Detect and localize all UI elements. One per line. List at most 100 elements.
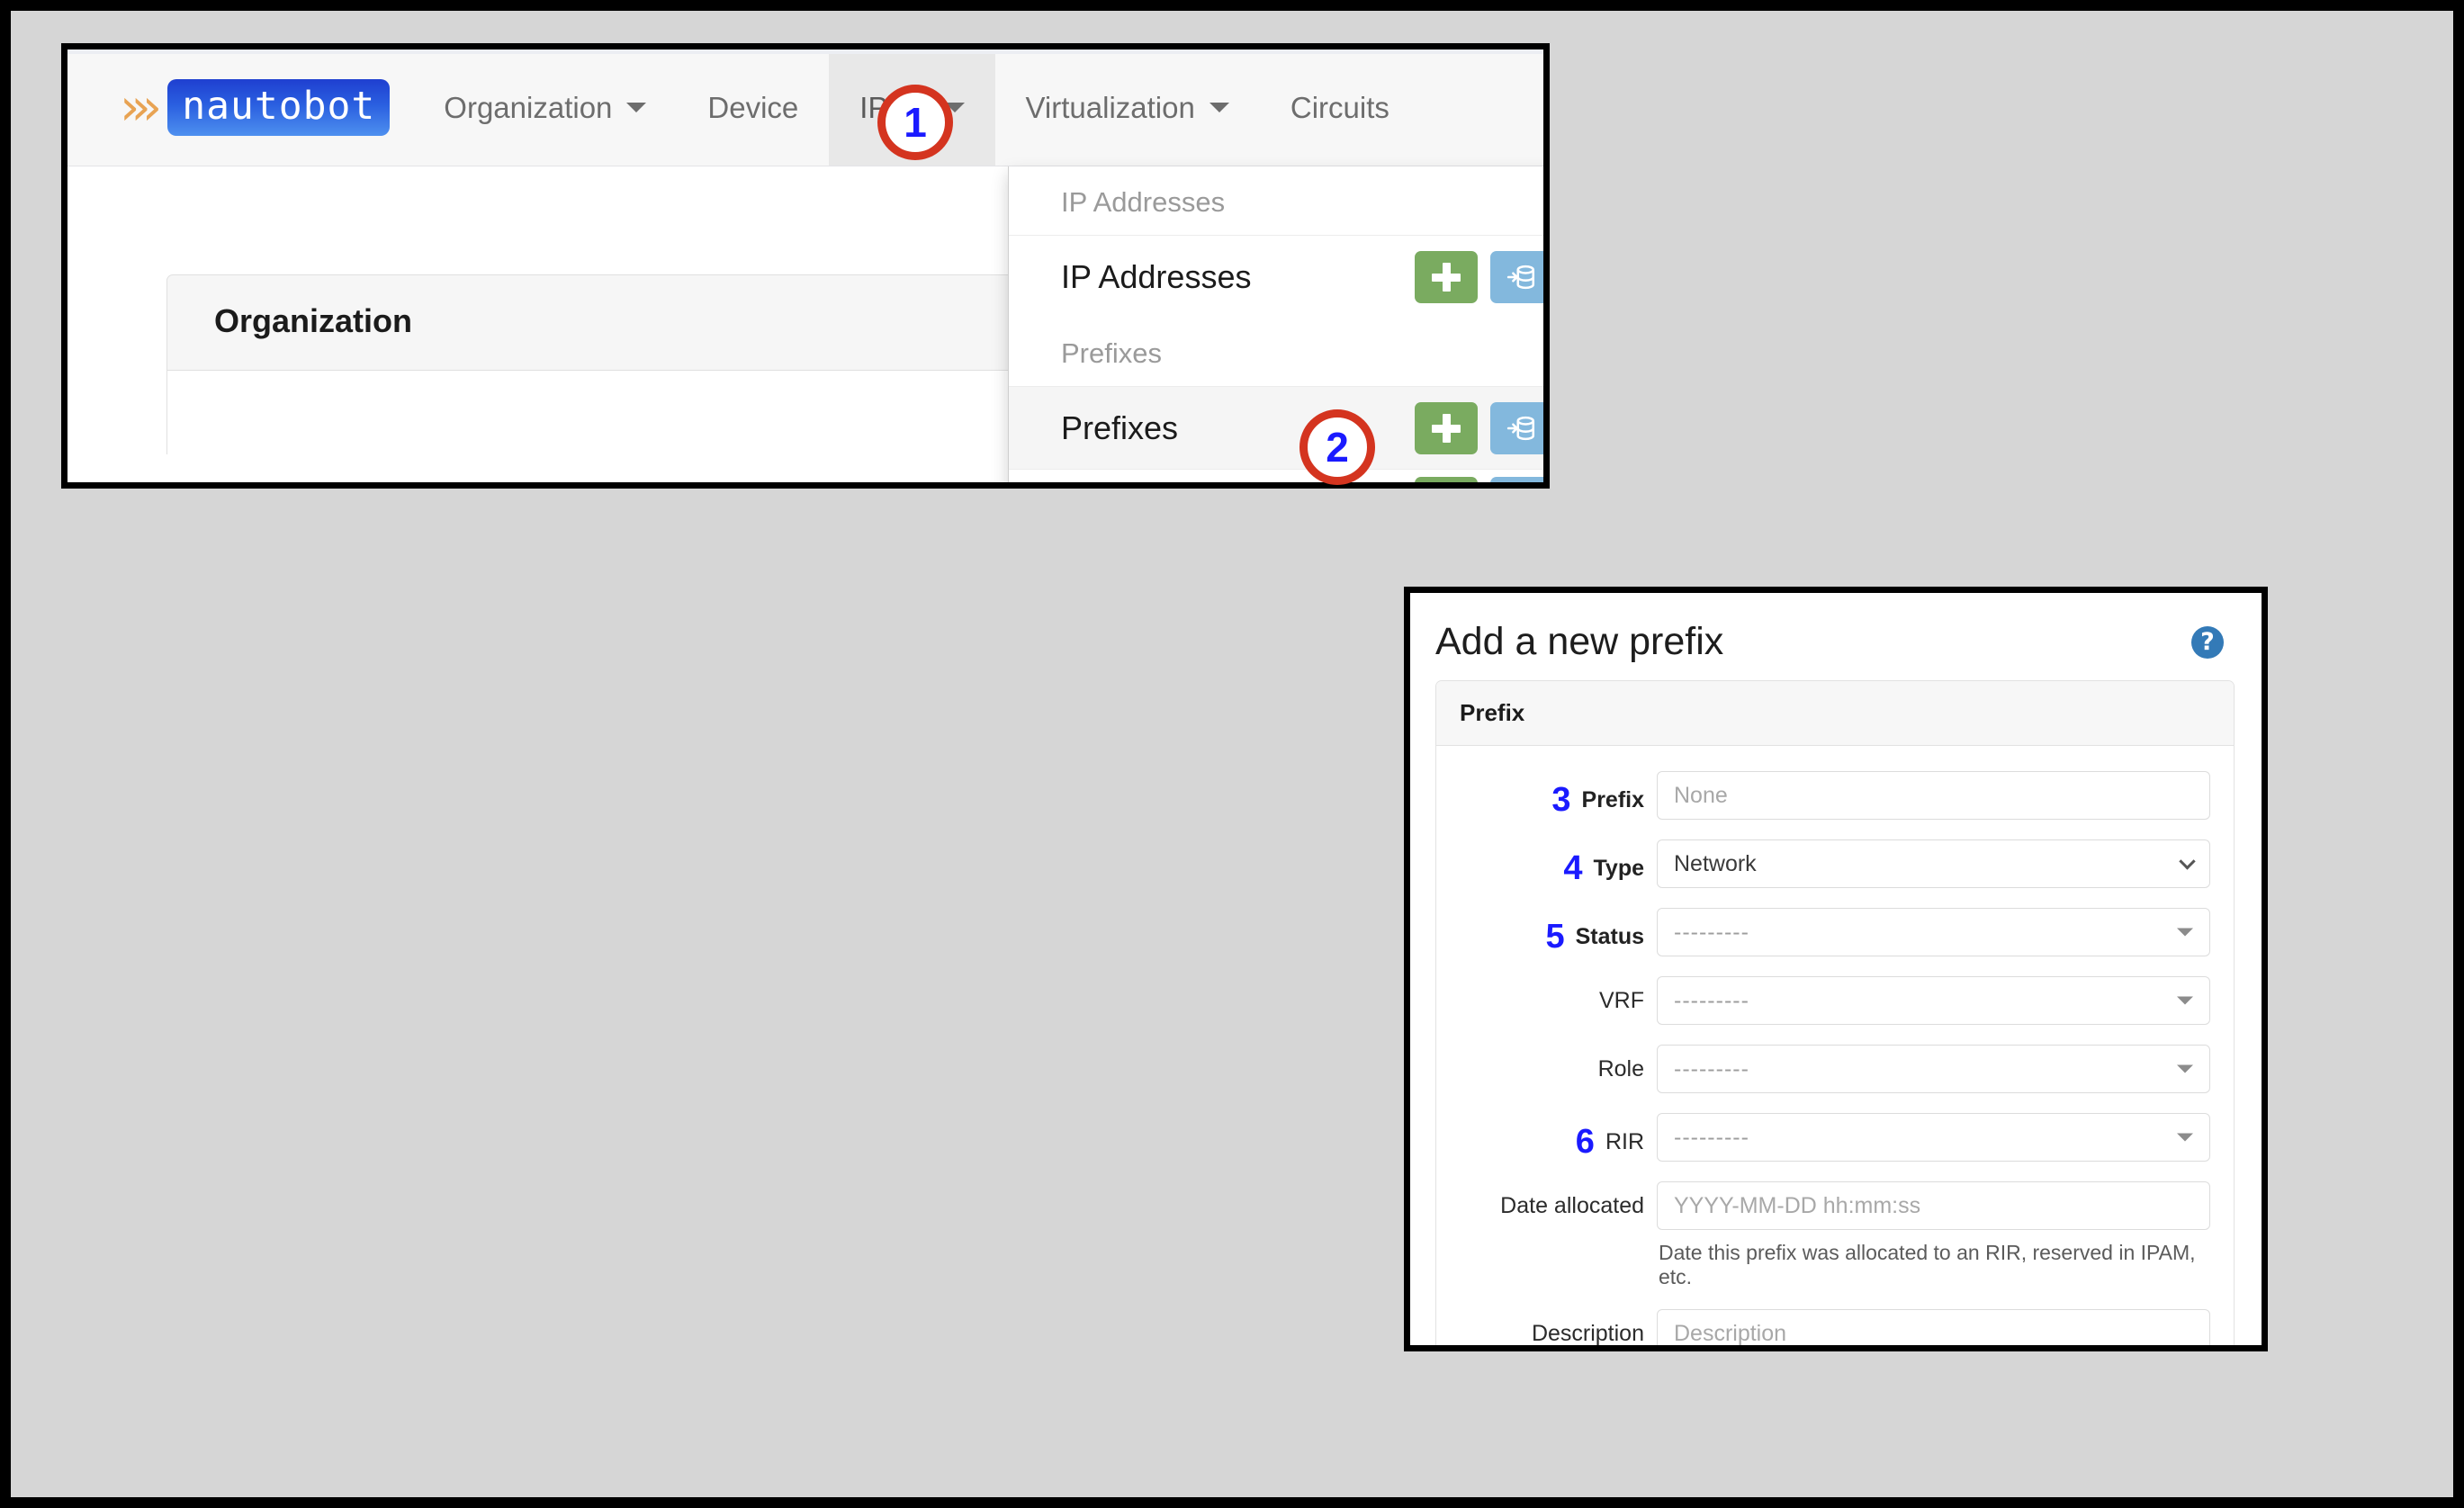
dropdown-group-header-ip-addresses: IP Addresses — [1061, 186, 1226, 218]
field-label-date-allocated: Date allocated — [1500, 1193, 1644, 1218]
dropdown-item-actions — [1415, 401, 1543, 454]
nav-item-label: Virtualization — [1025, 90, 1195, 124]
field-row-prefix: 3 Prefix None — [1436, 771, 2234, 820]
annotation-marker-1: 1 — [877, 85, 953, 160]
import-ip-addresses-button[interactable] — [1490, 250, 1543, 303]
form-title: Add a new prefix — [1435, 620, 1724, 663]
import-prefixes-button[interactable] — [1490, 401, 1543, 454]
ipam-dropdown-menu: IP Addresses IP Addresses Prefixes Prefi… — [1008, 166, 1543, 482]
rir-select-value: --------- — [1674, 1124, 1749, 1150]
top-navbar: ››› nautobot Organization Device IPAM Vi… — [67, 49, 1543, 166]
nav-item-circuits[interactable]: Circuits — [1260, 49, 1420, 166]
import-button-partial[interactable] — [1490, 477, 1543, 482]
field-label-type: Type — [1593, 855, 1645, 881]
status-select-value: --------- — [1674, 919, 1749, 945]
chevron-down-icon — [1209, 103, 1229, 112]
dropdown-group-header-prefixes: Prefixes — [1061, 337, 1162, 369]
plus-icon — [1431, 262, 1461, 292]
nav-item-label: Device — [707, 90, 799, 124]
field-control-group: --------- — [1657, 1113, 2234, 1162]
field-label-status: Status — [1575, 923, 1644, 949]
annotation-marker-2-number: 2 — [1326, 424, 1349, 471]
field-row-date-allocated: Date allocated YYYY-MM-DD hh:mm:ss Date … — [1436, 1181, 2234, 1289]
field-row-status: 5 Status --------- — [1436, 908, 2234, 956]
type-select[interactable]: Network — [1657, 839, 2210, 888]
field-control-group: --------- — [1657, 1045, 2234, 1093]
page-canvas: ››› nautobot Organization Device IPAM Vi… — [11, 11, 2453, 1497]
prefix-input[interactable]: None — [1657, 771, 2210, 820]
field-label-vrf: VRF — [1599, 988, 1644, 1013]
field-label-group: VRF — [1436, 976, 1657, 1014]
role-select[interactable]: --------- — [1657, 1045, 2210, 1093]
vrf-select-value: --------- — [1674, 987, 1749, 1013]
dropdown-item-actions — [1415, 250, 1543, 303]
triangle-down-icon — [2177, 1064, 2193, 1073]
field-label-group: 6 RIR — [1436, 1113, 1657, 1159]
field-label-group: 3 Prefix — [1436, 771, 1657, 817]
chevron-down-icon — [2179, 853, 2196, 870]
field-control-group: --------- — [1657, 908, 2234, 956]
add-button-partial[interactable] — [1415, 477, 1478, 482]
role-select-value: --------- — [1674, 1055, 1749, 1082]
form-fields: 3 Prefix None 4 Type Network 5 Status --… — [1436, 746, 2234, 1346]
field-label-group: 4 Type — [1436, 839, 1657, 885]
date-allocated-help-text: Date this prefix was allocated to an RIR… — [1659, 1241, 2196, 1288]
add-ip-address-button[interactable] — [1415, 250, 1478, 303]
nav-item-virtualization[interactable]: Virtualization — [995, 49, 1260, 166]
question-circle-icon[interactable]: ? — [2191, 625, 2224, 659]
brand-logo[interactable]: ››› nautobot — [67, 49, 413, 166]
field-control-group: None — [1657, 771, 2234, 820]
triangle-down-icon — [2177, 996, 2193, 1005]
field-row-type: 4 Type Network — [1436, 839, 2234, 888]
field-label-description: Description — [1531, 1321, 1644, 1346]
dropdown-item-label: IP Addresses — [1061, 257, 1252, 295]
type-select-value: Network — [1674, 850, 1757, 876]
field-label-group: Description — [1436, 1309, 1657, 1346]
annotation-marker-4-number: 4 — [1563, 849, 1583, 887]
dropdown-item-prefixes[interactable]: Prefixes — [1009, 386, 1543, 469]
triangle-down-icon — [2177, 1133, 2193, 1142]
chevron-down-icon — [626, 103, 647, 112]
field-row-vrf: VRF --------- — [1436, 976, 2234, 1025]
vrf-select[interactable]: --------- — [1657, 976, 2210, 1025]
description-input[interactable]: Description — [1657, 1309, 2210, 1345]
field-label-group: Role — [1436, 1045, 1657, 1082]
nav-item-label: Organization — [444, 90, 613, 124]
dropdown-item-actions-partial — [1415, 477, 1543, 482]
field-control-group: Network — [1657, 839, 2234, 888]
field-label-rir: RIR — [1605, 1128, 1644, 1154]
field-row-description: Description Description — [1436, 1309, 2234, 1346]
field-label-prefix: Prefix — [1581, 786, 1644, 812]
rir-select[interactable]: --------- — [1657, 1113, 2210, 1162]
brand-name: nautobot — [167, 79, 391, 136]
triangle-down-icon — [2177, 928, 2193, 937]
field-control-group: Description — [1657, 1309, 2234, 1345]
annotation-marker-3-number: 3 — [1551, 781, 1571, 819]
annotation-marker-6-number: 6 — [1575, 1123, 1595, 1161]
nav-item-label: Circuits — [1290, 90, 1389, 124]
field-row-rir: 6 RIR --------- — [1436, 1113, 2234, 1162]
database-import-icon — [1506, 416, 1535, 440]
field-label-group: 5 Status — [1436, 908, 1657, 954]
annotation-marker-2: 2 — [1299, 409, 1375, 485]
field-control-group: YYYY-MM-DD hh:mm:ss Date this prefix was… — [1657, 1181, 2234, 1289]
date-allocated-input[interactable]: YYYY-MM-DD hh:mm:ss — [1657, 1181, 2210, 1230]
nav-item-organization[interactable]: Organization — [413, 49, 677, 166]
dropdown-item-ip-addresses[interactable]: IP Addresses — [1009, 235, 1543, 318]
status-select[interactable]: --------- — [1657, 908, 2210, 956]
field-row-role: Role --------- — [1436, 1045, 2234, 1093]
nav-item-device[interactable]: Device — [677, 49, 829, 166]
field-control-group: --------- — [1657, 976, 2234, 1025]
add-prefix-button[interactable] — [1415, 401, 1478, 454]
chevrons-icon: ››› — [120, 77, 162, 137]
field-label-role: Role — [1597, 1056, 1644, 1082]
add-prefix-form-panel: Add a new prefix ? Prefix 3 Prefix None — [1404, 587, 2268, 1351]
database-import-icon — [1506, 265, 1535, 289]
annotation-marker-1-number: 1 — [904, 99, 927, 146]
dropdown-item-partial[interactable] — [1009, 469, 1543, 482]
annotation-marker-5-number: 5 — [1545, 918, 1565, 956]
dropdown-item-label: Prefixes — [1061, 408, 1179, 446]
plus-icon — [1431, 413, 1461, 444]
prefix-form-card: Prefix 3 Prefix None 4 Type Network 5 St… — [1435, 680, 2235, 1346]
form-section-title: Prefix — [1436, 681, 2234, 746]
